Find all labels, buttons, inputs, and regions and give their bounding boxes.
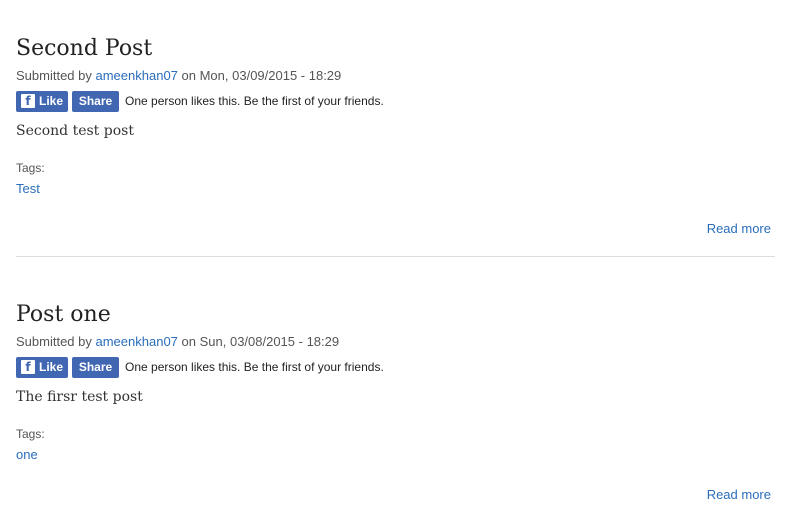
tags-list: one (16, 447, 775, 462)
post-article: Second Post Submitted by ameenkhan07 on … (16, 34, 775, 236)
facebook-like-button[interactable]: f Like (16, 90, 68, 112)
tags-list: Test (16, 181, 775, 196)
facebook-icon: f (20, 94, 35, 108)
post-meta: Submitted by ameenkhan07 on Sun, 03/08/2… (16, 334, 775, 350)
tags-label: Tags: (16, 161, 45, 175)
post-body: The firsr test post (16, 389, 143, 405)
facebook-share-button[interactable]: Share (72, 90, 119, 112)
post-meta: Submitted by ameenkhan07 on Mon, 03/09/2… (16, 68, 775, 84)
post-body: Second test post (16, 123, 134, 139)
post-date: on Mon, 03/09/2015 - 18:29 (181, 68, 342, 83)
author-link[interactable]: ameenkhan07 (96, 68, 178, 83)
submitted-by-label: Submitted by (16, 68, 92, 83)
like-label: Like (38, 360, 63, 374)
post-title[interactable]: Post one (16, 300, 775, 330)
facebook-likes-text: One person likes this. Be the first of y… (125, 360, 384, 374)
facebook-like-button[interactable]: f Like (16, 356, 68, 378)
post-title[interactable]: Second Post (16, 34, 775, 64)
tag-link[interactable]: Test (16, 181, 40, 196)
page: Second Post Submitted by ameenkhan07 on … (0, 0, 789, 512)
read-more-link[interactable]: Read more (707, 221, 771, 236)
tag-link[interactable]: one (16, 447, 38, 462)
post-article: Post one Submitted by ameenkhan07 on Sun… (16, 300, 775, 502)
facebook-icon: f (20, 360, 35, 374)
facebook-likes-text: One person likes this. Be the first of y… (125, 94, 384, 108)
facebook-widget: f Like Share One person likes this. Be t… (16, 356, 775, 378)
facebook-widget: f Like Share One person likes this. Be t… (16, 90, 775, 112)
read-more-link[interactable]: Read more (707, 487, 771, 502)
post-divider (16, 256, 775, 257)
like-label: Like (38, 94, 63, 108)
author-link[interactable]: ameenkhan07 (96, 334, 178, 349)
submitted-by-label: Submitted by (16, 334, 92, 349)
post-date: on Sun, 03/08/2015 - 18:29 (181, 334, 340, 349)
facebook-share-button[interactable]: Share (72, 356, 119, 378)
tags-label: Tags: (16, 427, 45, 441)
